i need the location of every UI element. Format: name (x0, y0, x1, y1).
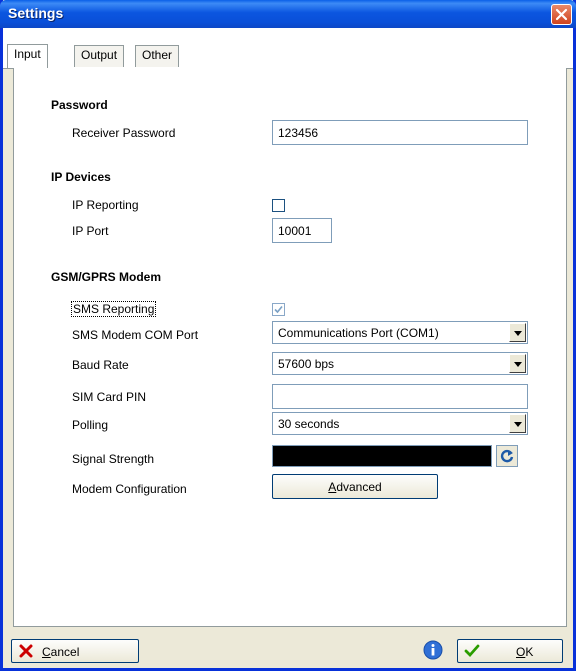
ok-label: OK (516, 645, 534, 659)
baud-rate-dropdown-button[interactable] (509, 354, 526, 373)
com-port-dropdown-button[interactable] (509, 323, 526, 342)
ip-reporting-checkbox[interactable] (272, 199, 285, 212)
signal-strength-bar (272, 445, 492, 467)
receiver-password-label: Receiver Password (72, 126, 176, 140)
ok-button[interactable]: OK (457, 639, 563, 663)
polling-value: 30 seconds (278, 417, 340, 431)
input-tab-panel: Password Receiver Password IP Devices IP… (13, 68, 567, 627)
polling-label: Polling (72, 418, 109, 432)
cancel-button[interactable]: Cancel (11, 639, 139, 663)
close-icon (555, 8, 568, 21)
x-icon (19, 644, 33, 658)
ip-port-label: IP Port (72, 224, 109, 238)
sms-reporting-checkbox[interactable] (272, 303, 285, 316)
close-button[interactable] (551, 4, 572, 25)
com-port-value: Communications Port (COM1) (278, 326, 439, 340)
check-icon (464, 644, 480, 658)
check-icon (274, 305, 283, 314)
window-title: Settings (8, 5, 64, 21)
settings-dialog: Settings Input Output Other Password Rec… (0, 0, 576, 671)
polling-dropdown-button[interactable] (509, 414, 526, 433)
chevron-down-icon (514, 331, 522, 336)
ip-port-field[interactable] (272, 218, 332, 243)
refresh-signal-button[interactable] (496, 445, 518, 467)
chevron-down-icon (514, 422, 522, 427)
title-bar[interactable]: Settings (0, 0, 576, 28)
com-port-select[interactable]: Communications Port (COM1) (272, 321, 528, 344)
sim-pin-label: SIM Card PIN (72, 390, 147, 404)
com-port-label: SMS Modem COM Port (72, 328, 199, 342)
password-section-title: Password (51, 98, 108, 112)
signal-strength-label: Signal Strength (72, 452, 155, 466)
sms-reporting-label: SMS Reporting (70, 301, 157, 317)
ip-devices-section-title: IP Devices (51, 170, 111, 184)
tab-other[interactable]: Other (135, 45, 180, 67)
sim-pin-field[interactable] (272, 384, 528, 409)
cancel-label: Cancel (42, 645, 80, 659)
polling-select[interactable]: 30 seconds (272, 412, 528, 435)
baud-rate-label: Baud Rate (72, 358, 129, 372)
gsm-section-title: GSM/GPRS Modem (51, 270, 162, 284)
ip-reporting-label: IP Reporting (72, 198, 139, 212)
advanced-button[interactable]: Advanced (272, 474, 438, 499)
baud-rate-select[interactable]: 57600 bps (272, 352, 528, 375)
baud-rate-value: 57600 bps (278, 357, 335, 371)
tab-output[interactable]: Output (74, 45, 125, 67)
chevron-down-icon (514, 362, 522, 367)
info-icon[interactable] (423, 640, 443, 660)
modem-configuration-label: Modem Configuration (72, 482, 187, 496)
tab-input[interactable]: Input (7, 44, 48, 68)
receiver-password-field[interactable] (272, 120, 528, 145)
refresh-icon (500, 449, 514, 463)
